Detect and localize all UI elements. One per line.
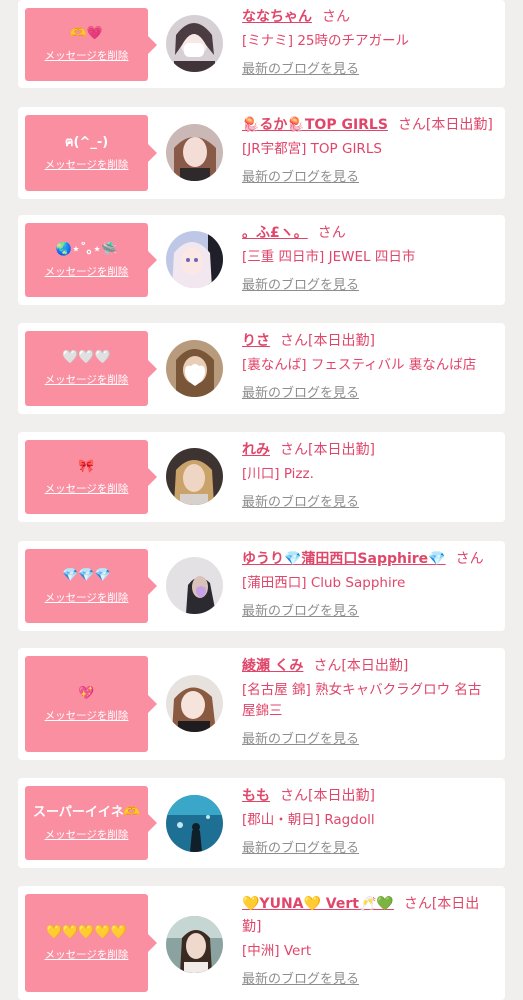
user-name-link[interactable]: 💛YUNA💛 Vert🥂💚 xyxy=(242,896,394,912)
message-bubble: 💎💎💎 メッセージを削除 xyxy=(25,549,157,623)
avatar[interactable] xyxy=(166,231,223,288)
shop-info: [名古屋 錦] 熟女キャバクラグロウ 名古屋錦三 xyxy=(242,682,482,719)
list-item: ฅ(^_-) メッセージを削除 🪼るか🪼TOP GIRLS さん[本日出勤] [J… xyxy=(18,107,505,199)
message-text: 💎💎💎 xyxy=(62,567,111,583)
message-text: 🫶💗 xyxy=(70,26,103,41)
entry-info: ななちゃん さん [ミナミ] 25時のチアガール 最新のブログを見る xyxy=(242,6,494,78)
message-text: ฅ(^_-) xyxy=(64,134,109,150)
message-bubble: 🤍🤍🤍 メッセージを削除 xyxy=(25,331,157,406)
list-item: 💖 メッセージを削除 綾瀬 くみ さん[本日出勤] [名古屋 錦] 熟女キャバクラ… xyxy=(18,648,505,760)
entry-info: 綾瀬 くみ さん[本日出勤] [名古屋 錦] 熟女キャバクラグロウ 名古屋錦三 最… xyxy=(242,655,494,748)
shop-info: [三重 四日市] JEWEL 四日市 xyxy=(242,249,416,265)
list-item: 🎀 メッセージを削除 れみ さん[本日出勤] [川口] Pizz. 最新のブログを… xyxy=(18,432,505,522)
list-item: 🫶💗 メッセージを削除 ななちゃん さん [ミナミ] 25時のチアガール 最新のブ… xyxy=(18,0,505,88)
message-text: 🎀 xyxy=(78,458,95,474)
honorific-status: さん[本日出勤] xyxy=(280,788,375,804)
latest-blog-link[interactable]: 最新のブログを見る xyxy=(242,169,359,186)
latest-blog-link[interactable]: 最新のブログを見る xyxy=(242,840,359,857)
entry-info: れみ さん[本日出勤] [川口] Pizz. 最新のブログを見る xyxy=(242,439,494,511)
list-item: 🌏⋆˚｡⋆🛸 メッセージを削除 。ふ£ヽ。 さん [三重 四日市] JEWEL 四… xyxy=(18,215,505,305)
honorific-status: さん[本日出勤] xyxy=(280,442,375,458)
latest-blog-link[interactable]: 最新のブログを見る xyxy=(242,731,359,748)
message-bubble: スーパーイイネ🫶 メッセージを削除 xyxy=(25,786,157,860)
honorific-status: さん xyxy=(317,225,346,241)
avatar[interactable] xyxy=(166,675,223,732)
delete-message-button[interactable]: メッセージを削除 xyxy=(45,374,129,387)
latest-blog-link[interactable]: 最新のブログを見る xyxy=(242,385,359,402)
avatar[interactable] xyxy=(166,124,223,181)
avatar[interactable] xyxy=(166,340,223,397)
latest-blog-link[interactable]: 最新のブログを見る xyxy=(242,603,359,620)
message-bubble: 💛💛💛💛💛 メッセージを削除 xyxy=(25,894,157,992)
delete-message-button[interactable]: メッセージを削除 xyxy=(45,50,129,63)
user-name-link[interactable]: ななちゃん xyxy=(242,9,312,25)
avatar[interactable] xyxy=(166,15,223,72)
message-bubble: 🎀 メッセージを削除 xyxy=(25,440,157,514)
delete-message-button[interactable]: メッセージを削除 xyxy=(45,483,129,496)
honorific-status: さん[本日出勤] xyxy=(280,333,375,349)
message-bubble: 🫶💗 メッセージを削除 xyxy=(25,8,157,81)
entry-info: 💛YUNA💛 Vert🥂💚 さん[本日出勤] [中洲] Vert 最新のブログを見… xyxy=(242,893,494,988)
delete-message-button[interactable]: メッセージを削除 xyxy=(45,592,129,605)
shop-info: [蒲田西口] Club Sapphire xyxy=(242,575,406,591)
latest-blog-link[interactable]: 最新のブログを見る xyxy=(242,277,359,294)
entry-info: 。ふ£ヽ。 さん [三重 四日市] JEWEL 四日市 最新のブログを見る xyxy=(242,222,494,294)
avatar[interactable] xyxy=(166,557,223,614)
avatar[interactable] xyxy=(166,448,223,505)
user-name-link[interactable]: 🪼るか🪼TOP GIRLS xyxy=(242,117,388,133)
shop-info: [郡山・朝日] Ragdoll xyxy=(242,812,375,828)
message-text: 💛💛💛💛💛 xyxy=(46,924,127,940)
honorific-status: さん xyxy=(322,9,350,25)
shop-info: [ミナミ] 25時のチアガール xyxy=(242,33,410,49)
delete-message-button[interactable]: メッセージを削除 xyxy=(45,829,129,842)
latest-blog-link[interactable]: 最新のブログを見る xyxy=(242,61,359,78)
entry-info: 🪼るか🪼TOP GIRLS さん[本日出勤] [JR宇都宮] TOP GIRLS … xyxy=(242,114,494,186)
list-item: 💛💛💛💛💛 メッセージを削除 💛YUNA💛 Vert🥂💚 さん[本日出勤] [中洲… xyxy=(18,886,505,1000)
shop-info: [裏なんば] フェスティバル 裏なんば店 xyxy=(242,357,477,373)
message-text: スーパーイイネ🫶 xyxy=(32,804,141,820)
user-name-link[interactable]: 。ふ£ヽ。 xyxy=(242,225,308,241)
entry-info: りさ さん[本日出勤] [裏なんば] フェスティバル 裏なんば店 最新のブログを見… xyxy=(242,330,494,402)
delete-message-button[interactable]: メッセージを削除 xyxy=(45,266,129,279)
message-text: 🌏⋆˚｡⋆🛸 xyxy=(55,241,118,257)
shop-info: [中洲] Vert xyxy=(242,943,312,959)
list-item: 💎💎💎 メッセージを削除 ゆうり💎蒲田西口Sapphire💎 さん [蒲田西口] … xyxy=(18,541,505,631)
latest-blog-link[interactable]: 最新のブログを見る xyxy=(242,971,359,988)
user-name-link[interactable]: ゆうり💎蒲田西口Sapphire💎 xyxy=(242,551,446,567)
shop-info: [JR宇都宮] TOP GIRLS xyxy=(242,141,382,157)
latest-blog-link[interactable]: 最新のブログを見る xyxy=(242,494,359,511)
entry-info: もも さん[本日出勤] [郡山・朝日] Ragdoll 最新のブログを見る xyxy=(242,785,494,857)
delete-message-button[interactable]: メッセージを削除 xyxy=(45,710,129,723)
user-name-link[interactable]: もも xyxy=(242,788,270,804)
honorific-status: さん[本日出勤] xyxy=(397,117,493,133)
user-name-link[interactable]: りさ xyxy=(242,333,270,349)
message-text: 🤍🤍🤍 xyxy=(62,350,111,365)
avatar[interactable] xyxy=(166,795,223,852)
message-bubble: ฅ(^_-) メッセージを削除 xyxy=(25,115,157,191)
user-name-link[interactable]: 綾瀬 くみ xyxy=(242,658,303,674)
message-text: 💖 xyxy=(78,685,95,701)
delete-message-button[interactable]: メッセージを削除 xyxy=(45,949,129,962)
avatar[interactable] xyxy=(166,916,223,973)
list-item: スーパーイイネ🫶 メッセージを削除 もも さん[本日出勤] [郡山・朝日] Rag… xyxy=(18,778,505,868)
message-bubble: 🌏⋆˚｡⋆🛸 メッセージを削除 xyxy=(25,223,157,297)
list-item: 🤍🤍🤍 メッセージを削除 りさ さん[本日出勤] [裏なんば] フェスティバル 裏… xyxy=(18,323,505,414)
entry-info: ゆうり💎蒲田西口Sapphire💎 さん [蒲田西口] Club Sapphire… xyxy=(242,548,494,620)
delete-message-button[interactable]: メッセージを削除 xyxy=(45,159,129,172)
shop-info: [川口] Pizz. xyxy=(242,466,314,482)
message-bubble: 💖 メッセージを削除 xyxy=(25,656,157,752)
user-name-link[interactable]: れみ xyxy=(242,442,270,458)
honorific-status: さん[本日出勤] xyxy=(313,658,409,674)
honorific-status: さん xyxy=(455,551,484,567)
